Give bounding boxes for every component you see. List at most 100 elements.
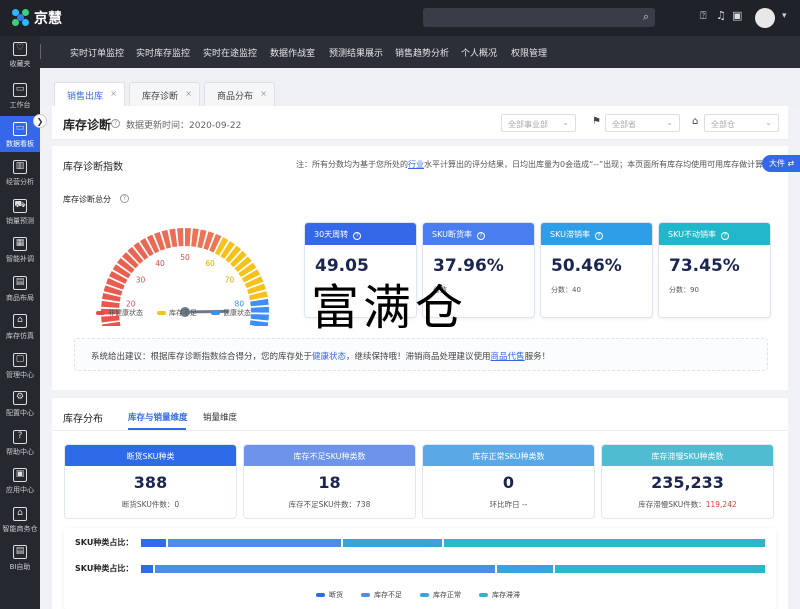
desktop-icon: ▭ — [13, 83, 27, 97]
heart-icon: ♡ — [13, 42, 27, 56]
message-icon[interactable]: ▣ — [732, 9, 742, 22]
industry-link[interactable]: 行业 — [408, 160, 424, 169]
warehouse-icon: ⌂ — [692, 116, 699, 127]
ratio-bar-segment — [167, 539, 341, 547]
metric-value: 73.45% — [669, 256, 740, 276]
global-search-input[interactable]: ⌕ — [423, 8, 655, 27]
tab-1[interactable]: 库存诊断 × — [129, 82, 200, 106]
help-icon[interactable]: ⍰ — [700, 9, 707, 23]
gauge-tick-label: 70 — [225, 276, 235, 285]
tab-2[interactable]: 商品分布 × — [204, 82, 275, 106]
gauge-tick-label: 10 — [128, 325, 138, 326]
tab-label: 商品分布 — [217, 92, 254, 102]
grid-icon: ▤ — [13, 275, 27, 290]
legend-swatch — [157, 311, 166, 315]
sidebar-item-6[interactable]: ▤ 商品布局 — [0, 270, 40, 306]
flag-icon: ⚑ — [592, 116, 601, 127]
close-icon[interactable]: × — [110, 89, 117, 98]
nav-item-5[interactable]: 销售趋势分析 — [395, 46, 449, 59]
stat-sub-text: 库存滞慢SKU件数： — [638, 500, 706, 509]
stat-sub-text: 环比昨日 -- — [489, 500, 528, 509]
nav-item-6[interactable]: 个人概况 — [461, 46, 497, 59]
warehouse-select-value: 全部仓 — [711, 120, 735, 129]
tab-inventory-sales[interactable]: 库存与销量维度 — [128, 411, 188, 423]
sidebar-item-3[interactable]: ▥ 经营分析 — [0, 154, 40, 190]
legend-swatch — [361, 593, 370, 597]
legend-item: 库存滞滞 — [479, 590, 520, 600]
sidebar-item-label: 工作台 — [9, 101, 31, 109]
sidebar-item-label: 经营分析 — [6, 178, 34, 186]
sidebar-item-label: 库存仿真 — [6, 332, 34, 340]
legend-item: 断货 — [316, 590, 343, 600]
app-logo[interactable]: 京慧 — [12, 8, 62, 28]
stat-value: 235,233 — [651, 473, 724, 492]
top-bar: 京慧 ⌕ ⍰ ♫ ▣ ▾ — [0, 0, 800, 36]
gauge-tick-label: 60 — [205, 259, 215, 268]
bi-icon: ▤ — [13, 545, 27, 559]
gauge-segment — [250, 306, 269, 313]
nav-item-1[interactable]: 实时库存监控 — [136, 46, 190, 59]
nav-item-4[interactable]: 预测结果展示 — [329, 46, 383, 59]
large-item-toggle-button[interactable]: 大件 ⇄ — [762, 155, 800, 172]
chevron-down-icon: ⌄ — [666, 118, 673, 127]
sidebar-item-4[interactable]: ⛟ 销量预测 — [0, 193, 40, 229]
sidebar-item-label: 收藏夹 — [9, 60, 31, 68]
sidebar-item-1[interactable]: ▭ 工作台 — [0, 77, 40, 113]
diagnosis-index-title: 库存诊断指数 — [63, 162, 123, 173]
nav-item-2[interactable]: 实时在途监控 — [203, 46, 257, 59]
department-select[interactable]: 全部事业部 ⌄ — [501, 114, 576, 132]
close-icon[interactable]: × — [185, 89, 192, 98]
tab-0[interactable]: 销售出库 × — [54, 82, 125, 106]
monitor-icon: ▭ — [13, 121, 27, 136]
sidebar-item-9[interactable]: ⚙ 配置中心 — [0, 385, 40, 421]
total-score-label: 库存诊断总分 — [63, 195, 111, 204]
chevron-down-icon[interactable]: ▾ — [782, 11, 787, 21]
metric-header: 30天周转? — [305, 223, 416, 245]
help-icon[interactable]: ? — [594, 232, 603, 240]
stat-card-1: 库存不足SKU种类数 18 库存不足SKU件数：738 — [243, 444, 416, 519]
legend-label: 健康状态 — [223, 309, 251, 317]
sidebar-item-10[interactable]: ? 帮助中心 — [0, 424, 40, 460]
nav-item-7[interactable]: 权限管理 — [511, 46, 547, 59]
stat-sub: 库存滞慢SKU件数：119,242 — [602, 499, 773, 510]
tab-sales[interactable]: 销量维度 — [203, 411, 237, 423]
close-icon[interactable]: × — [260, 89, 267, 98]
consignment-link[interactable]: 商品代售 — [491, 352, 525, 362]
legend-item: 库存不足 — [157, 308, 197, 318]
sidebar-item-11[interactable]: ▣ 应用中心 — [0, 462, 40, 498]
gauge-tick-label: 90 — [233, 325, 243, 326]
sidebar-item-0[interactable]: ♡ 收藏夹 — [0, 36, 40, 72]
help-icon[interactable]: ? — [476, 232, 485, 240]
stat-sub-highlight: 119,242 — [705, 500, 737, 509]
sidebar-item-label: 销量预测 — [6, 216, 34, 225]
gauge-segment — [169, 228, 178, 248]
bell-icon[interactable]: ♫ — [716, 9, 726, 22]
sidebar-item-13[interactable]: ▤ BI自助 — [0, 539, 40, 575]
sidebar-item-8[interactable]: ▢ 管理中心 — [0, 347, 40, 383]
metric-title: SKU断货率 — [432, 230, 472, 239]
help-icon[interactable]: ? — [720, 232, 729, 240]
system-suggestion: 系统给出建议：根据库存诊断指数综合得分，您的库存处于健康状态，继续保持哦！滞销商… — [74, 338, 768, 371]
page-tabs: 销售出库 × 库存诊断 × 商品分布 × — [40, 68, 800, 106]
legend-label: 库存正常 — [433, 591, 461, 599]
search-icon[interactable]: ⌕ — [643, 10, 649, 24]
sidebar-item-7[interactable]: ⌂ 库存仿真 — [0, 308, 40, 344]
sidebar-collapse-icon[interactable]: ❯ — [33, 114, 47, 128]
sidebar-item-5[interactable]: ▦ 智能补调 — [0, 231, 40, 267]
province-select[interactable]: 全部省 ⌄ — [605, 114, 680, 132]
stat-value: 388 — [133, 473, 168, 492]
update-time: 数据更新时间：2020-09-22 — [126, 121, 242, 131]
help-icon[interactable]: ? — [120, 194, 129, 203]
gauge-segment — [101, 300, 120, 308]
nav-item-3[interactable]: 数据作战室 — [270, 46, 315, 59]
stat-sub: 断货SKU件数：0 — [65, 499, 236, 510]
help-icon[interactable]: ? — [353, 232, 362, 240]
warehouse-select[interactable]: 全部仓 ⌄ — [704, 114, 779, 132]
nav-divider — [40, 44, 41, 59]
sidebar-item-12[interactable]: ⌂ 智能商务仓 — [0, 501, 40, 537]
user-avatar[interactable] — [755, 8, 775, 28]
app-icon: ▣ — [13, 468, 27, 482]
help-icon[interactable]: ? — [111, 119, 120, 128]
nav-item-0[interactable]: 实时订单监控 — [70, 46, 124, 59]
stat-title: 断货SKU种类 — [65, 445, 236, 466]
